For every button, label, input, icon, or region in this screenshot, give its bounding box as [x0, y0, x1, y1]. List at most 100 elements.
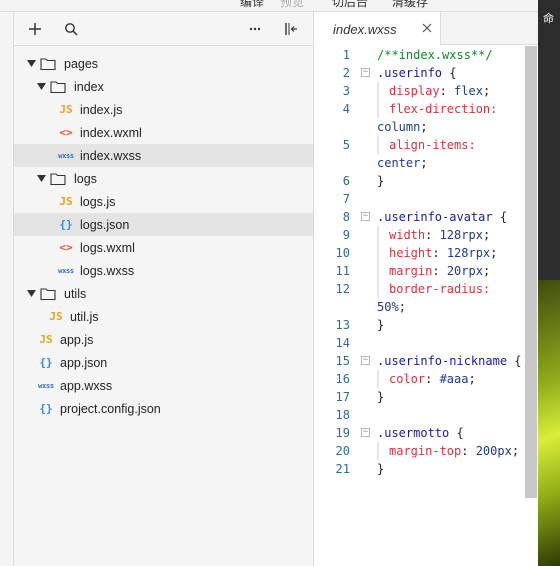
tree-label: index.js — [80, 102, 123, 117]
folder-icon — [40, 57, 58, 71]
code-text: .userinfo-nickname { — [377, 352, 522, 370]
tree-label: index.wxss — [80, 148, 142, 163]
line-number: 1 — [342, 48, 350, 62]
plus-icon[interactable] — [24, 18, 46, 40]
code-line: 18 — [315, 406, 525, 424]
chevron-down-icon — [34, 172, 48, 186]
file-app-wxss[interactable]: wxss app.wxss — [14, 374, 313, 397]
more-icon[interactable] — [244, 18, 266, 40]
wxss-file-icon: wxss — [58, 151, 74, 160]
js-file-icon: JS — [49, 310, 63, 323]
file-app-json[interactable]: {} app.json — [14, 351, 313, 374]
search-icon[interactable] — [60, 18, 82, 40]
property-token: width — [389, 228, 426, 242]
brace-token: { — [442, 66, 457, 80]
file-project-config-json[interactable]: {} project.config.json — [14, 397, 313, 420]
tab-index-wxss[interactable]: index.wxss — [315, 12, 441, 45]
file-index-js[interactable]: JS index.js — [14, 98, 313, 121]
value-token: 50% — [377, 300, 399, 314]
fold-icon[interactable]: − — [361, 356, 370, 365]
close-icon[interactable] — [419, 20, 435, 36]
folder-pages[interactable]: pages — [14, 52, 313, 75]
brace-token: { — [507, 354, 522, 368]
preview-menu-item[interactable]: 预览 — [280, 0, 304, 10]
code-text: } — [377, 388, 384, 406]
brace-token: } — [377, 174, 385, 188]
file-app-js[interactable]: JS app.js — [14, 328, 313, 351]
file-logs-wxml[interactable]: <> logs.wxml — [14, 236, 313, 259]
line-number: 16 — [335, 372, 350, 386]
chevron-down-icon — [34, 80, 48, 94]
file-index-wxml[interactable]: <> index.wxml — [14, 121, 313, 144]
side-panel-text: 命 — [543, 13, 554, 25]
code-editor: index.wxss 1/**index.wxss**/ 2− .userinfo… — [315, 12, 538, 566]
compile-menu-item[interactable]: 编译 — [240, 0, 264, 10]
brace-token: } — [377, 462, 385, 476]
file-logs-js[interactable]: JS logs.js — [14, 190, 313, 213]
editor-scrollbar[interactable] — [525, 46, 537, 498]
wxml-file-icon: <> — [59, 241, 73, 254]
line-number: 5 — [342, 138, 350, 152]
value-token: 128rpx — [439, 228, 483, 242]
tree-label: index.wxml — [80, 125, 142, 140]
tree-label: logs.js — [80, 194, 116, 209]
code-line-wrap: center; — [315, 154, 525, 172]
js-file-icon: JS — [59, 195, 73, 208]
code-line: 1 /**index.wxss**/ — [315, 46, 525, 64]
tree-label: logs.wxml — [80, 240, 135, 255]
folder-logs[interactable]: logs — [14, 167, 313, 190]
code-text: } — [377, 172, 384, 190]
code-text: display: flex; — [377, 82, 490, 100]
tab-label: index.wxss — [333, 22, 397, 37]
code-line-wrap: 50%; — [315, 298, 525, 316]
code-line: 5 align-items: — [315, 136, 525, 154]
line-number: 19 — [335, 426, 350, 440]
code-line: 21} — [315, 460, 525, 478]
code-line: 12 border-radius: — [315, 280, 525, 298]
value-token: #aaa — [439, 372, 469, 386]
fold-icon[interactable]: − — [361, 428, 370, 437]
tree-label: pages — [64, 56, 99, 71]
line-number: 9 — [342, 228, 350, 242]
code-text: column; — [377, 120, 428, 134]
tree-label: logs.wxss — [80, 263, 135, 278]
tree-label: app.js — [60, 332, 94, 347]
line-number: 21 — [335, 462, 350, 476]
json-file-icon: {} — [59, 218, 73, 231]
activity-strip — [0, 12, 14, 566]
code-line: 4 flex-direction: — [315, 100, 525, 118]
code-line: 8 − .userinfo-avatar { — [315, 208, 525, 226]
code-line: 14 — [315, 334, 525, 352]
js-file-icon: JS — [39, 333, 53, 346]
line-number: 17 — [335, 390, 350, 404]
code-line: 3 display: flex; — [315, 82, 525, 100]
line-number: 6 — [342, 174, 350, 188]
file-logs-json[interactable]: {} logs.json — [14, 213, 313, 236]
property-token: border-radius — [389, 282, 483, 296]
fold-icon[interactable]: − — [361, 212, 370, 221]
background-menu-item[interactable]: 切后台 — [332, 0, 368, 10]
file-util-js[interactable]: JS util.js — [14, 305, 313, 328]
line-number: 10 — [335, 246, 350, 260]
tree-label: utils — [64, 286, 87, 301]
file-logs-wxss[interactable]: wxss logs.wxss — [14, 259, 313, 282]
line-number: 8 — [342, 210, 350, 224]
tree-label: util.js — [70, 309, 99, 324]
line-number: 18 — [335, 408, 350, 422]
file-index-wxss[interactable]: wxss index.wxss — [14, 144, 313, 167]
folder-utils[interactable]: utils — [14, 282, 313, 305]
code-text: 50%; — [377, 300, 406, 314]
code-text: color: #aaa; — [377, 370, 476, 388]
value-token: 128rpx — [446, 246, 491, 260]
code-text: margin-top: 200px; — [377, 442, 519, 460]
line-number: 2 — [342, 66, 350, 80]
line-number: 11 — [335, 264, 350, 278]
clear-cache-menu-item[interactable]: 清缓存 — [392, 0, 428, 10]
json-file-icon: {} — [39, 356, 53, 369]
code-text: height: 128rpx; — [377, 244, 497, 262]
selector-token: .userinfo-nickname — [377, 354, 508, 368]
tree-label: app.json — [60, 355, 108, 370]
fold-icon[interactable]: − — [361, 68, 370, 77]
collapse-panel-icon[interactable] — [280, 18, 302, 40]
folder-index[interactable]: index — [14, 75, 313, 98]
